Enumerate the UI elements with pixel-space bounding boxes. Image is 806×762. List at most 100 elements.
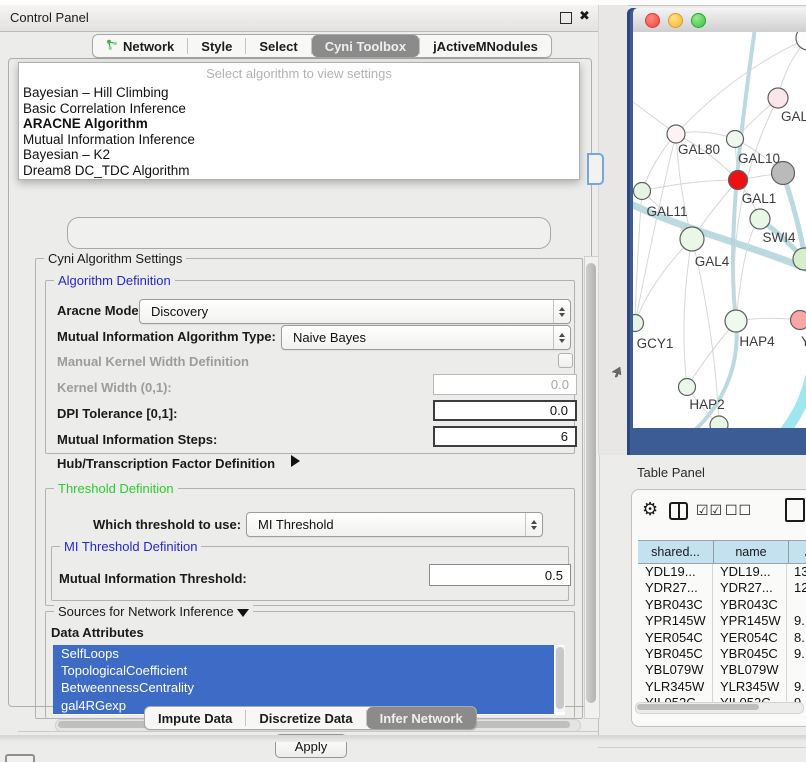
table-cell[interactable]: YBL079W bbox=[713, 662, 787, 678]
close-icon[interactable]: ✖ bbox=[579, 9, 590, 24]
stepper-icon[interactable] bbox=[525, 513, 542, 536]
network-node-HAP2[interactable] bbox=[679, 379, 696, 396]
tab-infer-network[interactable]: Infer Network bbox=[367, 707, 476, 729]
tab-cyni-toolbox[interactable]: Cyni Toolbox bbox=[312, 35, 419, 57]
table-cell[interactable]: 13 bbox=[787, 564, 806, 580]
tab-impute-data[interactable]: Impute Data bbox=[145, 707, 245, 729]
table-cell[interactable]: YBL079W bbox=[638, 662, 713, 678]
mi-threshold-field[interactable]: 0.5 bbox=[429, 564, 571, 586]
document-icon[interactable] bbox=[785, 498, 805, 522]
network-node-GAL80[interactable] bbox=[667, 125, 685, 143]
network-edge[interactable] bbox=[684, 239, 692, 387]
network-window-titlebar[interactable] bbox=[633, 8, 806, 33]
stepper-icon[interactable] bbox=[553, 326, 570, 349]
network-node-bottom-partial[interactable] bbox=[710, 416, 728, 428]
float-panel-icon[interactable] bbox=[560, 12, 572, 24]
network-edge[interactable] bbox=[642, 180, 738, 191]
gear-icon[interactable]: ⚙ bbox=[642, 499, 658, 520]
tab-network[interactable]: Network bbox=[93, 35, 187, 57]
table-cell[interactable]: YER054C bbox=[713, 630, 787, 646]
network-edge[interactable] bbox=[783, 376, 806, 428]
table-cell[interactable]: 12 bbox=[787, 580, 806, 596]
network-edge[interactable] bbox=[642, 134, 676, 191]
table-cell[interactable]: YPR145W bbox=[638, 613, 713, 629]
table-row[interactable]: YBR043CYBR043C bbox=[638, 597, 806, 613]
table-cell[interactable]: YDR27... bbox=[713, 580, 787, 596]
table-cell[interactable]: YLR345W bbox=[638, 679, 713, 695]
attribute-item-topologicalcoefficient[interactable]: TopologicalCoefficient bbox=[53, 662, 554, 679]
table-cell[interactable]: YBR045C bbox=[638, 646, 713, 662]
table-row[interactable]: YDR27...YDR27...12 bbox=[638, 580, 806, 596]
table-cell[interactable]: YDR27... bbox=[638, 580, 713, 596]
attributes-scrollbar[interactable] bbox=[555, 646, 565, 712]
attribute-item-betweennesscentrality[interactable]: BetweennessCentrality bbox=[53, 679, 554, 696]
checked-checkboxes-icon[interactable]: ☑☑ bbox=[696, 503, 723, 519]
network-node-SWI4[interactable] bbox=[750, 209, 770, 229]
network-node-GAL4[interactable] bbox=[680, 227, 704, 251]
table-cell[interactable]: 8. bbox=[787, 630, 806, 646]
dpi-tolerance-field[interactable]: 0.0 bbox=[433, 400, 577, 421]
collapse-right-icon[interactable] bbox=[291, 455, 300, 467]
table-cell[interactable]: 9. bbox=[787, 679, 806, 695]
algorithm-option-dream8-dc-tdc-algorithm[interactable]: Dream8 DC_TDC Algorithm bbox=[19, 163, 579, 179]
table-row[interactable]: YPR145WYPR145W9. bbox=[638, 613, 806, 629]
network-node-GAL1[interactable] bbox=[729, 171, 748, 190]
table-cell[interactable] bbox=[787, 597, 806, 613]
network-node-top-partial[interactable] bbox=[796, 32, 806, 50]
aracne-mode-select[interactable]: Discovery bbox=[139, 299, 571, 324]
table-row[interactable]: YLR345WYLR345W9. bbox=[638, 679, 806, 695]
table-header-cell-name[interactable]: name bbox=[714, 541, 789, 563]
stepper-icon[interactable] bbox=[553, 300, 570, 323]
table-cell[interactable]: YPR145W bbox=[713, 613, 787, 629]
hub-definition-label[interactable]: Hub/Transcription Factor Definition bbox=[57, 456, 275, 471]
zoom-window-icon[interactable] bbox=[691, 13, 706, 28]
expand-down-icon[interactable] bbox=[237, 609, 249, 617]
table-row[interactable]: YDL19...YDL19...13 bbox=[638, 564, 806, 580]
table-cell[interactable]: YBR045C bbox=[713, 646, 787, 662]
tab-select[interactable]: Select bbox=[246, 35, 310, 57]
data-attributes-list[interactable]: SelfLoopsTopologicalCoefficientBetweenne… bbox=[53, 645, 565, 715]
table-cell[interactable]: YDL19... bbox=[713, 564, 787, 580]
network-node-gray-node[interactable] bbox=[772, 162, 795, 185]
minimize-window-icon[interactable] bbox=[668, 13, 683, 28]
network-node-GCY1[interactable] bbox=[633, 315, 644, 332]
column-view-icon[interactable] bbox=[669, 502, 688, 520]
table-cell[interactable]: 9. bbox=[787, 613, 806, 629]
which-threshold-select[interactable]: MI Threshold bbox=[246, 512, 543, 537]
table-row[interactable]: YBR045CYBR045C9. bbox=[638, 646, 806, 662]
panel-splitter-gutter[interactable] bbox=[598, 5, 628, 455]
table-cell[interactable]: YBR043C bbox=[638, 597, 713, 613]
algorithm-option-basic-correlation-inference[interactable]: Basic Correlation Inference bbox=[19, 101, 579, 117]
table-cell[interactable]: YLR345W bbox=[713, 679, 787, 695]
algorithm-option-bayesian-hill-climbing[interactable]: Bayesian – Hill Climbing bbox=[19, 85, 579, 101]
minimized-panel-stub[interactable] bbox=[5, 754, 35, 762]
tab-jactivemnodules[interactable]: jActiveMNodules bbox=[420, 35, 551, 57]
algorithm-option-bayesian-k2[interactable]: Bayesian – K2 bbox=[19, 147, 579, 163]
algorithm-option-mutual-information-inference[interactable]: Mutual Information Inference bbox=[19, 132, 579, 148]
table-header-cell-shared[interactable]: shared... bbox=[638, 541, 714, 563]
network-edge[interactable] bbox=[736, 219, 760, 321]
network-node-gal-cut[interactable] bbox=[768, 88, 788, 108]
table-cell[interactable]: 9. bbox=[787, 646, 806, 662]
network-canvas[interactable]: GALGAL80GAL10GAL1GAL11SWI4GAL4GCY1HAP4YH… bbox=[633, 32, 806, 428]
close-window-icon[interactable] bbox=[645, 13, 660, 28]
mi-steps-field[interactable]: 6 bbox=[433, 426, 577, 447]
table-cell[interactable]: YER054C bbox=[638, 630, 713, 646]
algorithm-option-aracne-algorithm[interactable]: ARACNE Algorithm bbox=[19, 116, 579, 132]
manual-kernel-width-checkbox[interactable] bbox=[558, 353, 573, 368]
table-row[interactable]: YER054CYER054C8. bbox=[638, 630, 806, 646]
attribute-item-selfloops[interactable]: SelfLoops bbox=[53, 645, 554, 662]
table-horizontal-scrollbar[interactable] bbox=[635, 702, 804, 714]
network-node-salmon-node[interactable] bbox=[791, 311, 806, 330]
table-cell[interactable]: YBR043C bbox=[713, 597, 787, 613]
tab-discretize-data[interactable]: Discretize Data bbox=[246, 707, 365, 729]
table-cell[interactable] bbox=[787, 662, 806, 678]
network-node-GAL10[interactable] bbox=[727, 131, 744, 148]
mi-algorithm-type-select[interactable]: Naive Bayes bbox=[281, 325, 571, 350]
network-node-HAP4[interactable] bbox=[725, 310, 747, 332]
tab-style[interactable]: Style bbox=[188, 35, 245, 57]
unchecked-checkboxes-icon[interactable]: ☐☐ bbox=[725, 503, 752, 519]
table-header-cell-a[interactable]: A bbox=[789, 541, 806, 563]
network-node-GAL11[interactable] bbox=[634, 183, 651, 200]
table-row[interactable]: YBL079WYBL079W bbox=[638, 662, 806, 678]
